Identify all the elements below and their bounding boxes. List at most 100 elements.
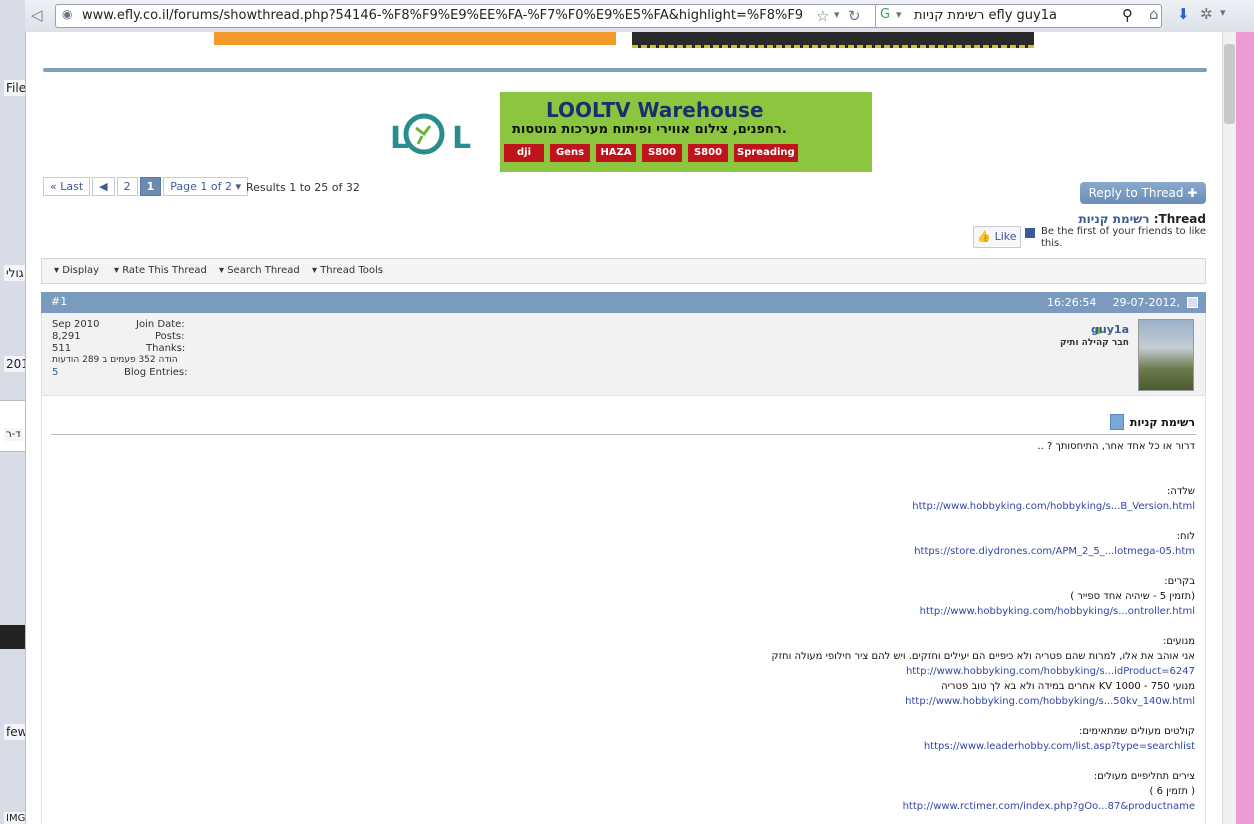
svg-text:L: L xyxy=(390,121,409,156)
post-title-text: רשימת קניות xyxy=(1129,415,1195,429)
like-label: Like xyxy=(994,230,1017,243)
brand-logo: dji xyxy=(504,144,544,162)
banner-brand-row: dji Gens HAZA S800 S800 Spreading xyxy=(504,144,798,162)
header-divider xyxy=(43,68,1207,72)
rate-label: Rate This Thread xyxy=(122,265,207,276)
posts-label: Posts: xyxy=(155,331,185,342)
posts-count: 8,291 Posts: xyxy=(52,331,185,342)
post-line: צירים תחליפיים מעולים: xyxy=(1093,771,1195,782)
browser-toolbar: ◁ ◉ www.efly.co.il/forums/showthread.php… xyxy=(25,0,1254,33)
post-line: בקרים: xyxy=(1164,576,1195,587)
lool-logo: L L xyxy=(386,98,500,168)
page-1-current: 1 xyxy=(139,177,162,196)
post-link[interactable]: https://store.diydrones.com/APM_2_5_...l… xyxy=(914,546,1195,557)
strip-label-4: ד-ר xyxy=(4,428,23,441)
reply-to-thread-button[interactable]: Reply to Thread ✚ xyxy=(1080,182,1206,204)
lool-banner[interactable]: L L LOOLTV Warehouse רחפנים, צילום אוויר… xyxy=(386,92,872,172)
post-line: (תזמין 5 - שיהיה אחד ספייר ) xyxy=(1070,591,1195,602)
post-link[interactable]: http://www.hobbyking.com/hobbyking/s...o… xyxy=(920,606,1195,617)
google-engine-icon[interactable]: G xyxy=(880,7,890,22)
download-icon[interactable]: ⬇ xyxy=(1177,5,1190,23)
blog-value[interactable]: 5 xyxy=(52,367,58,378)
banner-title: LOOLTV Warehouse xyxy=(546,98,764,122)
thanked-line: הודה 352 פעמים ב 289 הודעות xyxy=(52,355,178,365)
pagination: « Last ◀ 2 1 Page 1 of 2 ▾ xyxy=(43,177,249,196)
thanks-count: 511 Thanks: xyxy=(52,343,185,354)
post-title: רשימת קניות xyxy=(1109,414,1195,430)
post-link[interactable]: http://www.hobbyking.com/hobbyking/s...5… xyxy=(905,696,1195,707)
post-line: אני אוהב את אלו, למרות שהם פטריה ולא כיפ… xyxy=(771,651,1195,662)
rate-thread-menu[interactable]: ▾ Rate This Thread xyxy=(114,265,207,276)
post-line: ( תזמין 6 ) xyxy=(1149,786,1195,797)
post-header: #1 16:26:54 29-07-2012, xyxy=(41,292,1206,313)
back-arrow-icon[interactable]: ◁ xyxy=(31,6,43,24)
brand-logo: S800 xyxy=(688,144,728,162)
post-link[interactable]: http://www.rctimer.com/index.php?gOo...8… xyxy=(903,801,1195,812)
background-window-strip: File גולי 201 ד-ר few IMG xyxy=(0,0,26,824)
search-bar[interactable]: G ▾ רשימת קניות efly guy1a xyxy=(875,4,1162,28)
url-text: www.efly.co.il/forums/showthread.php?541… xyxy=(82,8,802,23)
thanks-value: 511 xyxy=(52,343,72,354)
post-line: קולטים מעולים שמתאימים: xyxy=(1079,726,1195,737)
scrollbar-thumb[interactable] xyxy=(1224,44,1235,124)
brand-logo: Spreading xyxy=(734,144,798,162)
join-date-value: Sep 2010 xyxy=(52,319,100,330)
post-link[interactable]: http://www.hobbyking.com/hobbyking/s...i… xyxy=(906,666,1195,677)
display-menu[interactable]: ▾ Display xyxy=(54,265,99,276)
avatar[interactable] xyxy=(1138,319,1194,391)
strip-play-bar xyxy=(0,625,25,649)
post-link[interactable]: https://www.leaderhobby.com/list.asp?typ… xyxy=(924,741,1195,752)
page-jump-dropdown[interactable]: Page 1 of 2 ▾ xyxy=(163,177,249,196)
join-date-label: Join Date: xyxy=(136,319,185,330)
dropdown-icon[interactable]: ▾ xyxy=(834,8,840,21)
search-thread-menu[interactable]: ▾ Search Thread xyxy=(219,265,300,276)
background-window-edge xyxy=(1236,32,1254,824)
post-body: רשימת קניות דרור או כל אחד אחר, התיחסותך… xyxy=(41,395,1206,824)
post-time: 16:26:54 xyxy=(1047,296,1097,309)
facebook-like-text: Be the first of your friends to like thi… xyxy=(1041,226,1206,249)
strip-label-6: IMG xyxy=(4,812,26,824)
thread-tools-bar: ▾ Display ▾ Rate This Thread ▾ Search Th… xyxy=(41,258,1206,284)
thread-tools-label: Thread Tools xyxy=(320,265,383,276)
home-icon[interactable]: ⌂ xyxy=(1149,5,1159,23)
search-query-text: רשימת קניות efly guy1a xyxy=(914,8,1057,23)
display-label: Display xyxy=(62,265,100,276)
post-line: לוח: xyxy=(1176,531,1195,542)
top-ad-right[interactable] xyxy=(632,32,1034,48)
strip-label-file: File xyxy=(4,80,25,96)
post-status-icon xyxy=(1187,297,1198,308)
address-bar[interactable]: ◉ www.efly.co.il/forums/showthread.php?5… xyxy=(55,4,897,28)
facebook-like-button[interactable]: 👍 Like xyxy=(973,226,1021,248)
page-scrollbar[interactable] xyxy=(1222,32,1237,824)
thread-title-link[interactable]: רשימת קניות xyxy=(1078,212,1149,226)
strip-label-3: 201 xyxy=(4,356,25,372)
site-identity-icon[interactable]: ◉ xyxy=(62,7,72,21)
svg-text:L: L xyxy=(452,121,471,156)
thread-label: Thread: xyxy=(1153,212,1206,226)
post-line: דרור או כל אחד אחר, התיחסותך ? .. xyxy=(1037,441,1195,452)
strip-panel xyxy=(0,400,25,452)
post-line: מנועים: xyxy=(1162,636,1195,647)
thread-tools-menu[interactable]: ▾ Thread Tools xyxy=(312,265,383,276)
engine-dropdown-icon[interactable]: ▾ xyxy=(896,8,902,21)
page-prev-button[interactable]: ◀ xyxy=(92,177,115,196)
brand-logo: Gens xyxy=(550,144,590,162)
strip-label-2: גולי xyxy=(4,265,25,281)
document-icon xyxy=(1109,414,1124,430)
post-number[interactable]: #1 xyxy=(51,295,67,308)
thanks-label: Thanks: xyxy=(146,343,186,354)
top-ad-left[interactable] xyxy=(214,32,616,45)
bookmark-star-icon[interactable]: ☆ xyxy=(816,7,829,25)
menu-dropdown-icon[interactable]: ▾ xyxy=(1220,6,1226,19)
reload-icon[interactable]: ↻ xyxy=(848,7,861,25)
post-username[interactable]: guy1a xyxy=(1091,323,1129,336)
page-of-label: Page 1 of 2 xyxy=(170,180,233,193)
page-last-button[interactable]: « Last xyxy=(43,177,91,196)
brand-logo: S800 xyxy=(642,144,682,162)
page-2-link[interactable]: 2 xyxy=(116,177,138,196)
addon-icon[interactable]: ✲ xyxy=(1200,5,1213,23)
search-magnifier-icon[interactable]: ⚲ xyxy=(1122,6,1133,24)
post-date: 29-07-2012, xyxy=(1112,296,1180,309)
user-rank: חבר קהילה ותיק xyxy=(1060,338,1129,348)
post-link[interactable]: http://www.hobbyking.com/hobbyking/s...B… xyxy=(912,501,1195,512)
